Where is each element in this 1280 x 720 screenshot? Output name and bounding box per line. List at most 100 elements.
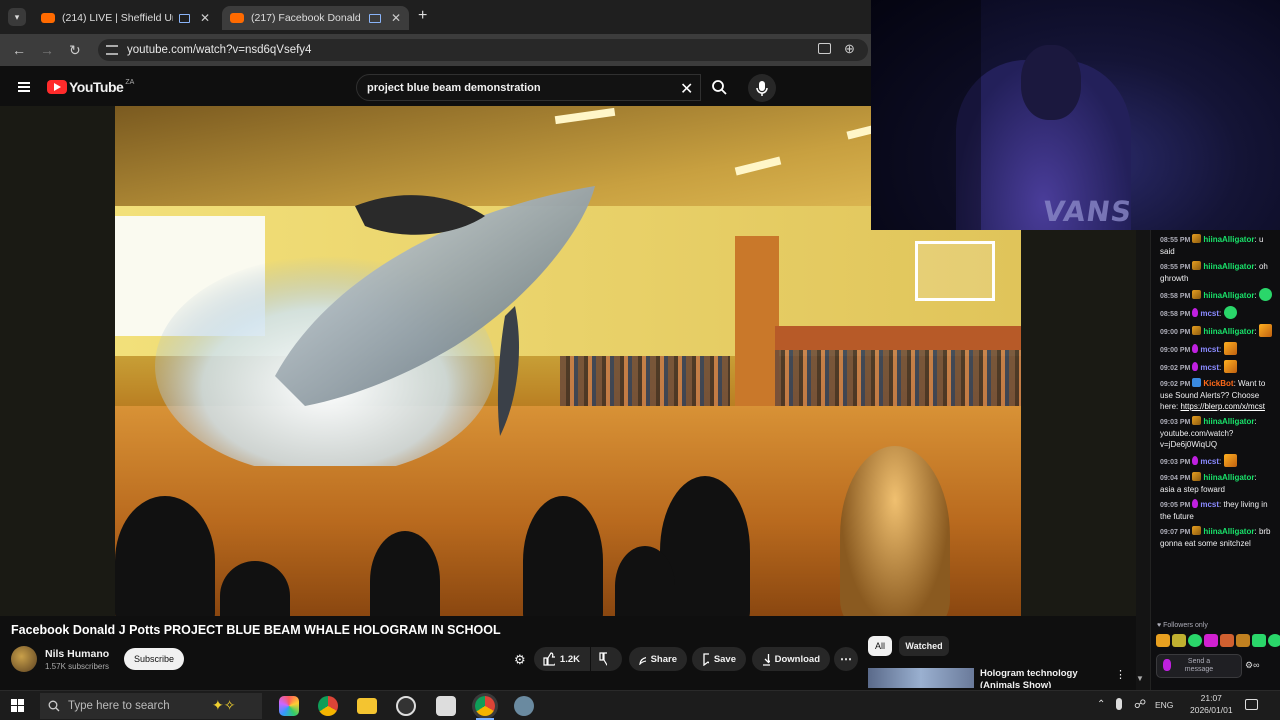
bot-badge-icon <box>1192 378 1202 387</box>
chat-username[interactable]: mcst <box>1200 457 1219 466</box>
chip-watched[interactable]: Watched <box>899 636 949 656</box>
chat-message-list: 08:55 PM hiinaAlligator: u said 08:55 PM hi… <box>1151 230 1280 549</box>
chat-username[interactable]: hiinaAlligator <box>1203 262 1254 271</box>
chat-username[interactable]: hiinaAlligator <box>1203 527 1254 536</box>
mic-badge-icon <box>1192 499 1199 508</box>
subscribe-button[interactable]: Subscribe <box>124 648 184 670</box>
channel-name[interactable]: Nils Humano <box>45 648 109 660</box>
share-icon <box>639 657 646 665</box>
download-button[interactable]: Download <box>752 647 830 671</box>
network-icon[interactable]: ☍ <box>1134 697 1146 711</box>
clock-date: 2026/01/01 <box>1190 705 1233 715</box>
audience-head <box>523 496 603 616</box>
chat-timestamp: 09:04 PM <box>1160 475 1191 482</box>
extension-icon[interactable]: ⚙ <box>514 652 526 668</box>
share-button[interactable]: Share <box>629 647 687 671</box>
chat-username[interactable]: mcst <box>1200 363 1219 372</box>
kick-favicon-icon <box>41 13 55 23</box>
emote-frog-icon[interactable] <box>1252 634 1266 647</box>
share-label: Share <box>650 653 677 665</box>
file-explorer-icon[interactable] <box>357 698 377 714</box>
more-actions-button[interactable]: ⋯ <box>834 647 858 671</box>
clear-search-icon[interactable]: ✕ <box>680 79 693 99</box>
close-tab-icon[interactable]: ✕ <box>391 11 401 25</box>
close-tab-icon[interactable]: ✕ <box>200 11 210 25</box>
chat-username[interactable]: KickBot <box>1203 379 1233 388</box>
chrome-active-icon[interactable] <box>475 696 495 716</box>
fox-badge-icon <box>1192 416 1202 425</box>
youtube-logo[interactable]: YouTube ZA <box>47 79 134 95</box>
snipping-tool-icon[interactable] <box>436 696 456 716</box>
chat-username[interactable]: hiinaAlligator <box>1203 417 1254 426</box>
tray-clock[interactable]: 21:07 2026/01/01 <box>1190 692 1233 716</box>
logo-wordmark: YouTube <box>69 79 124 95</box>
tab-sheffield[interactable]: (214) LIVE | Sheffield United ✕ <box>33 6 218 30</box>
chat-message: 09:05 PM mcst: they living in the future <box>1160 499 1268 521</box>
back-arrow-icon[interactable]: ← <box>12 42 26 58</box>
site-info-icon[interactable] <box>106 45 118 55</box>
tab-youtube-video[interactable]: (217) Facebook Donald J Po ✕ <box>222 6 409 30</box>
chat-settings-icon[interactable]: ⚙∞ <box>1245 660 1259 671</box>
chrome-icon[interactable] <box>318 696 338 716</box>
kick-mic-icon[interactable] <box>1163 659 1171 671</box>
download-icon <box>763 653 770 666</box>
chat-message: 08:58 PM mcst: <box>1151 306 1273 320</box>
download-label: Download <box>774 653 820 665</box>
zoom-icon[interactable]: ⊕ <box>844 41 855 57</box>
input-language[interactable]: ENG <box>1155 700 1173 710</box>
chat-text: youtube.com/watch?v=jDe6j0WiqUQ <box>1160 429 1234 449</box>
search-input[interactable]: project blue beam demonstration <box>356 74 701 101</box>
followers-only-label: Followers only <box>1163 622 1208 629</box>
forward-arrow-icon[interactable]: → <box>40 42 54 58</box>
chat-username[interactable]: mcst <box>1200 345 1219 354</box>
chat-username[interactable]: hiinaAlligator <box>1203 473 1254 482</box>
dislike-button[interactable] <box>591 647 622 671</box>
copilot-icon[interactable] <box>279 696 299 716</box>
emote-green-icon[interactable] <box>1188 634 1202 647</box>
emote-fox-icon[interactable] <box>1156 634 1170 647</box>
tab-list-dropdown[interactable]: ▾ <box>8 8 26 26</box>
emote-cat-icon[interactable] <box>1236 634 1250 647</box>
voice-search-button[interactable] <box>748 74 776 102</box>
chat-timestamp: 09:00 PM <box>1160 347 1191 354</box>
fox-badge-icon <box>1192 234 1202 243</box>
chat-message: 09:03 PM mcst: <box>1151 454 1273 468</box>
fox-badge-icon <box>1192 261 1202 270</box>
fox-badge-icon <box>1192 526 1202 535</box>
chat-username[interactable]: hiinaAlligator <box>1203 327 1254 336</box>
like-button[interactable]: 1.2K <box>534 647 590 671</box>
subscriber-count: 1.57K subscribers <box>45 662 110 671</box>
chat-username[interactable]: mcst <box>1200 500 1219 509</box>
youtube-play-icon <box>47 80 67 94</box>
url-field[interactable]: youtube.com/watch?v=nsd6qVsefy4 <box>98 39 868 61</box>
emote-face-icon[interactable] <box>1220 634 1234 647</box>
emote-mic-icon[interactable] <box>1204 634 1218 647</box>
tray-mic-icon[interactable] <box>1116 698 1122 710</box>
app-icon[interactable] <box>514 696 534 716</box>
recommendation-title[interactable]: Hologram technology (Animals Show) <box>980 668 1110 688</box>
recommendation-thumbnail[interactable] <box>868 668 974 688</box>
reload-icon[interactable]: ↻ <box>69 42 81 59</box>
tray-overflow-icon[interactable]: ⌃ <box>1097 699 1105 710</box>
chat-username[interactable]: mcst <box>1200 309 1219 318</box>
channel-avatar[interactable] <box>11 646 37 672</box>
scroll-down-arrow-icon[interactable]: ▼ <box>1136 674 1144 683</box>
windows-start-icon[interactable] <box>11 699 24 712</box>
hamburger-menu-icon[interactable] <box>18 82 30 92</box>
notification-icon[interactable] <box>1245 699 1258 710</box>
search-button[interactable] <box>702 74 738 101</box>
install-app-icon[interactable] <box>818 43 831 54</box>
emote-blob-icon[interactable] <box>1268 634 1280 647</box>
new-tab-button[interactable]: + <box>418 7 427 25</box>
chat-message: 08:55 PM hiinaAlligator: u said <box>1160 234 1264 256</box>
more-vert-icon[interactable]: ⋮ <box>1115 668 1126 681</box>
chip-all[interactable]: All <box>868 636 892 656</box>
taskbar-search-input[interactable]: Type here to search ✦✧ <box>40 693 262 719</box>
chat-username[interactable]: hiinaAlligator <box>1203 291 1254 300</box>
chat-username[interactable]: hiinaAlligator <box>1203 235 1254 244</box>
emote-dance-icon[interactable] <box>1172 634 1186 647</box>
sparkle-icon: ✦✧ <box>212 697 236 713</box>
save-button[interactable]: Save <box>692 647 746 671</box>
obs-icon[interactable] <box>396 696 416 716</box>
chat-link[interactable]: https://blerp.com/x/mcst <box>1180 402 1264 411</box>
